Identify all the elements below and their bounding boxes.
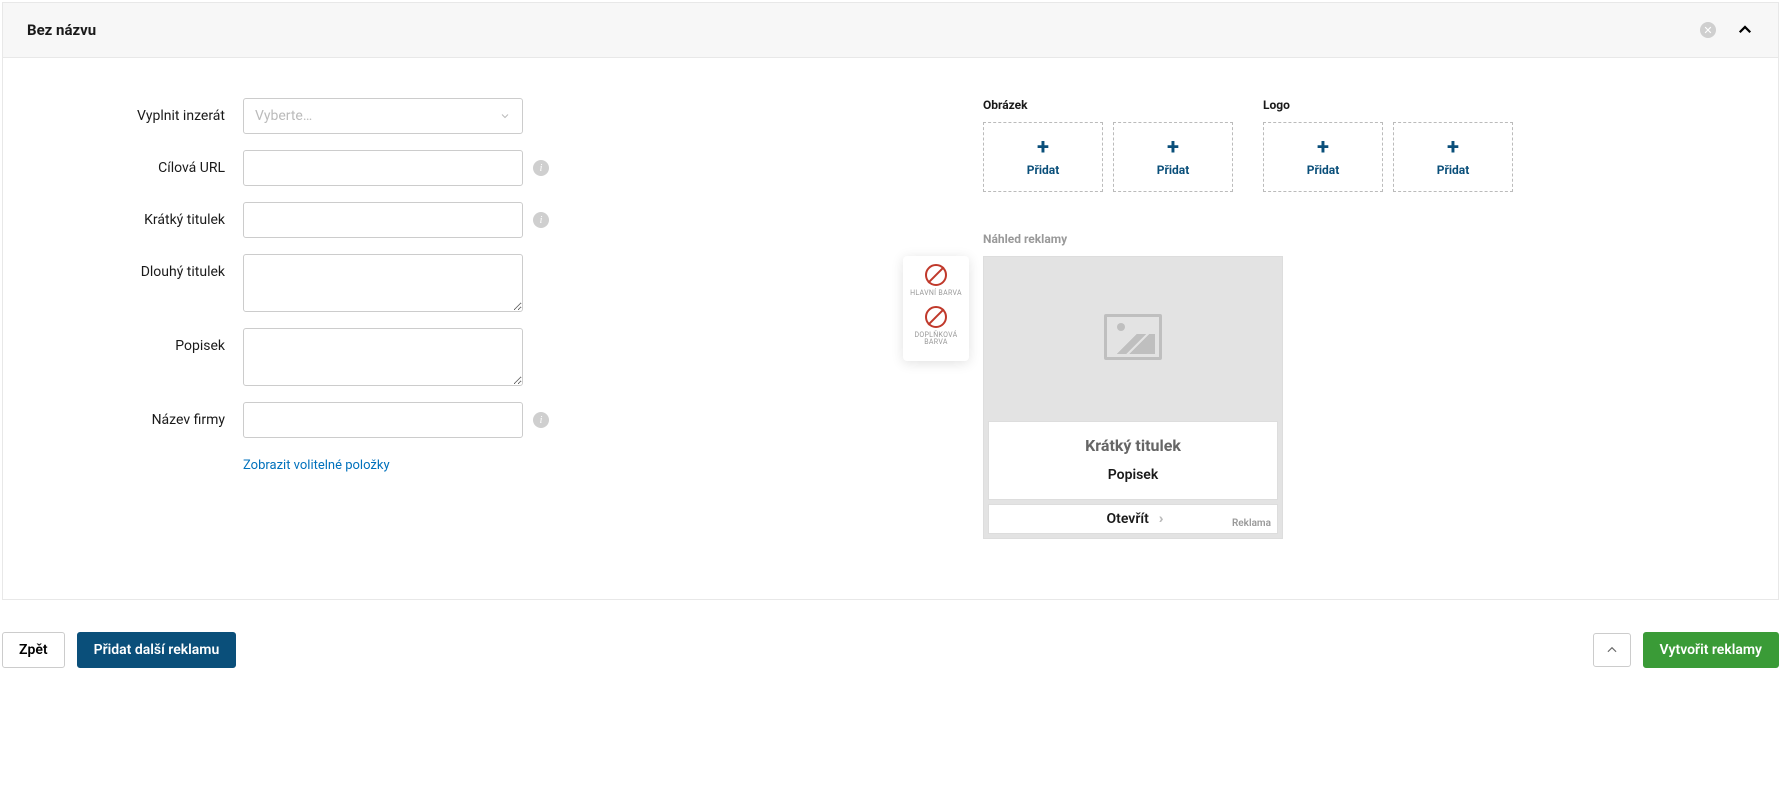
upload-label: Přidat <box>1157 163 1190 177</box>
company-input[interactable] <box>243 402 523 438</box>
upload-label: Přidat <box>1437 163 1470 177</box>
plus-icon: + <box>1037 137 1049 159</box>
primary-color-label: HLAVNÍ BARVA <box>910 290 962 298</box>
secondary-color-swatch[interactable] <box>925 306 947 328</box>
description-input[interactable] <box>243 328 523 386</box>
preview-cta-label: Otevřít <box>1107 511 1149 527</box>
preview-section-label: Náhled reklamy <box>983 232 1718 246</box>
back-button[interactable]: Zpět <box>2 632 65 668</box>
logo-upload-slot[interactable]: + Přidat <box>1393 122 1513 192</box>
image-upload-slot[interactable]: + Přidat <box>983 122 1103 192</box>
plus-icon: + <box>1167 137 1179 159</box>
primary-color-swatch[interactable] <box>925 264 947 286</box>
plus-icon: + <box>1317 137 1329 159</box>
ad-preview-card: Krátký titulek Popisek Otevřít ››› Rekla… <box>983 256 1283 539</box>
short-title-input[interactable] <box>243 202 523 238</box>
upload-label: Přidat <box>1027 163 1060 177</box>
target-url-label: Cílová URL <box>63 150 243 176</box>
chevron-up-icon <box>1605 643 1619 657</box>
image-placeholder-icon <box>1104 314 1162 360</box>
long-title-label: Dlouhý titulek <box>63 254 243 280</box>
ad-tag: Reklama <box>1232 518 1271 529</box>
plus-icon: + <box>1447 137 1459 159</box>
company-label: Název firmy <box>63 402 243 428</box>
long-title-input[interactable] <box>243 254 523 312</box>
chevrons-right-icon: ››› <box>1159 511 1160 527</box>
logo-section-label: Logo <box>1263 98 1513 112</box>
logo-upload-slot[interactable]: + Přidat <box>1263 122 1383 192</box>
fill-ad-label: Vyplnit inzerát <box>63 98 243 124</box>
upload-label: Přidat <box>1307 163 1340 177</box>
preview-image-placeholder <box>984 257 1282 417</box>
short-title-label: Krátký titulek <box>63 202 243 228</box>
info-icon[interactable]: i <box>533 412 549 428</box>
info-icon[interactable]: i <box>533 160 549 176</box>
close-icon[interactable]: ✕ <box>1700 22 1716 38</box>
preview-description: Popisek <box>989 461 1277 499</box>
preview-area: HLAVNÍ BARVA DOPLŇKOVÁ BARVA Krátký titu… <box>983 256 1718 539</box>
info-icon[interactable]: i <box>533 212 549 228</box>
panel-header: Bez názvu ✕ <box>3 3 1778 58</box>
color-picker-panel: HLAVNÍ BARVA DOPLŇKOVÁ BARVA <box>903 256 969 361</box>
collapse-button[interactable] <box>1593 633 1631 667</box>
preview-cta-button[interactable]: Otevřít ››› Reklama <box>988 504 1278 534</box>
footer-bar: Zpět Přidat další reklamu Vytvořit rekla… <box>0 602 1781 688</box>
target-url-input[interactable] <box>243 150 523 186</box>
image-upload-section: Obrázek + Přidat + Přidat <box>983 98 1233 192</box>
fill-ad-placeholder: Vyberte… <box>255 108 312 124</box>
form-column: Vyplnit inzerát Vyberte… Cílová URL i Kr… <box>63 98 723 539</box>
preview-title: Krátký titulek <box>989 422 1277 461</box>
media-column: Obrázek + Přidat + Přidat Logo <box>783 98 1718 539</box>
image-upload-slot[interactable]: + Přidat <box>1113 122 1233 192</box>
create-ads-button[interactable]: Vytvořit reklamy <box>1643 632 1779 668</box>
panel-title: Bez názvu <box>27 21 96 39</box>
logo-upload-section: Logo + Přidat + Přidat <box>1263 98 1513 192</box>
description-label: Popisek <box>63 328 243 354</box>
secondary-color-label: DOPLŇKOVÁ BARVA <box>907 332 965 347</box>
fill-ad-select[interactable]: Vyberte… <box>243 98 523 134</box>
image-section-label: Obrázek <box>983 98 1233 112</box>
ad-editor-panel: Bez názvu ✕ Vyplnit inzerát Vyberte… Cíl… <box>2 2 1779 600</box>
chevron-up-icon[interactable] <box>1736 21 1754 39</box>
add-another-ad-button[interactable]: Přidat další reklamu <box>77 632 237 668</box>
show-optional-link[interactable]: Zobrazit volitelné položky <box>243 458 390 473</box>
chevron-down-icon <box>499 110 511 122</box>
